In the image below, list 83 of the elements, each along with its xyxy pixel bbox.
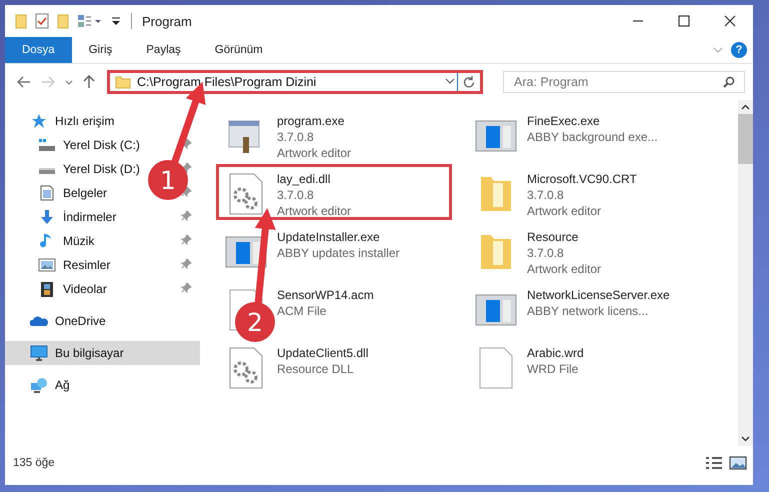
- download-icon: [39, 209, 55, 225]
- large-icons-view-icon[interactable]: [729, 456, 747, 470]
- address-path: C:\Program Files\Program Dizini: [136, 75, 318, 89]
- network-icon: [30, 377, 48, 393]
- customize-toolbar-icon[interactable]: [111, 16, 121, 26]
- nav-item[interactable]: Yerel Disk (D:): [63, 162, 140, 176]
- nav-item[interactable]: Hızlı erişim: [55, 114, 114, 128]
- document-icon: [40, 185, 54, 201]
- ribbon-tab[interactable]: Dosya: [5, 37, 72, 63]
- music-note-icon: [40, 233, 54, 249]
- help-button[interactable]: ?: [731, 42, 747, 58]
- file-name: UpdateClient5.dll: [277, 345, 368, 361]
- file-detail: Artwork editor: [527, 261, 602, 277]
- file-name: UpdateInstaller.exe: [277, 229, 381, 245]
- file-detail: ABBY updates installer: [277, 245, 400, 261]
- dropdown-icon[interactable]: [65, 80, 73, 84]
- film-icon: [40, 280, 54, 298]
- pin-icon[interactable]: [181, 282, 192, 293]
- file-name: SensorWP14.acm: [277, 287, 374, 303]
- file-detail: ABBY network licens...: [527, 303, 650, 319]
- file-detail: Artwork editor: [277, 145, 352, 161]
- file-name: Resource: [527, 229, 580, 245]
- search-field[interactable]: Ara: Program: [503, 71, 745, 93]
- view-options-icon[interactable]: [77, 14, 103, 28]
- file-name: lay_edi.dll: [277, 171, 332, 187]
- drive-icon: [38, 138, 56, 152]
- details-view-icon[interactable]: [705, 456, 723, 470]
- computer-icon: [30, 345, 48, 361]
- picture-icon: [38, 258, 56, 272]
- gear-file-icon: [229, 173, 263, 215]
- folder-icon: [115, 74, 131, 90]
- pin-icon[interactable]: [181, 138, 192, 149]
- star-icon: [31, 113, 47, 129]
- file-detail: Artwork editor: [277, 203, 352, 219]
- file-name: NetworkLicenseServer.exe: [527, 287, 670, 303]
- nav-item[interactable]: Videolar: [63, 282, 107, 296]
- pin-icon[interactable]: [181, 186, 192, 197]
- file-detail: Artwork editor: [527, 203, 602, 219]
- step-badge: [148, 160, 188, 200]
- nav-item[interactable]: Bu bilgisayar: [55, 346, 124, 360]
- ribbon-tab[interactable]: Giriş: [72, 37, 130, 63]
- file-detail: 3.7.0.8: [277, 129, 315, 145]
- file-name: Microsoft.VC90.CRT: [527, 171, 637, 187]
- file-detail: 3.7.0.8: [527, 187, 565, 203]
- nav-item[interactable]: Yerel Disk (C:): [63, 138, 140, 152]
- file-detail: WRD File: [527, 361, 580, 377]
- nav-item[interactable]: Belgeler: [63, 186, 108, 200]
- file-icon: [479, 347, 513, 389]
- step-number: 1: [160, 166, 176, 195]
- dropdown-icon[interactable]: [443, 78, 457, 86]
- step-number: 2: [247, 308, 263, 337]
- ribbon-tab[interactable]: Paylaş: [129, 37, 198, 63]
- nav-item[interactable]: İndirmeler: [63, 210, 116, 224]
- scrollbar[interactable]: [738, 100, 753, 446]
- pin-icon[interactable]: [181, 210, 192, 221]
- pin-icon[interactable]: [181, 234, 192, 245]
- gear-file-icon: [229, 347, 263, 389]
- properties-icon[interactable]: [35, 13, 49, 29]
- file-detail: 3.7.0.8: [277, 187, 315, 203]
- file-detail: 3.7.0.8: [527, 245, 565, 261]
- nav-item[interactable]: OneDrive: [55, 314, 106, 328]
- address-bar[interactable]: C:\Program Files\Program Dizini: [107, 70, 483, 94]
- file-detail: Resource DLL: [277, 361, 355, 377]
- file-detail: ABBY background exe...: [527, 129, 658, 145]
- back-arrow-icon[interactable]: [17, 76, 31, 88]
- file-name: program.exe: [277, 113, 346, 129]
- ribbon-tab[interactable]: Görünüm: [198, 37, 280, 63]
- item-count: 135 öğe: [13, 457, 55, 469]
- step-badge: [235, 302, 275, 342]
- scroll-up-icon[interactable]: [741, 104, 750, 110]
- up-arrow-icon[interactable]: [83, 75, 95, 89]
- scroll-down-icon[interactable]: [741, 436, 750, 442]
- nav-item[interactable]: Müzik: [63, 234, 94, 248]
- file-name: FineExec.exe: [527, 113, 601, 129]
- cloud-icon: [30, 315, 48, 327]
- nav-item[interactable]: Resimler: [63, 258, 110, 272]
- scroll-thumb[interactable]: [738, 114, 753, 164]
- refresh-icon[interactable]: [463, 76, 475, 88]
- file-detail: ACM File: [277, 303, 328, 319]
- pin-icon[interactable]: [181, 258, 192, 269]
- window-title: Program: [142, 14, 192, 28]
- file-name: Arabic.wrd: [527, 345, 584, 361]
- nav-item[interactable]: Ağ: [55, 378, 70, 392]
